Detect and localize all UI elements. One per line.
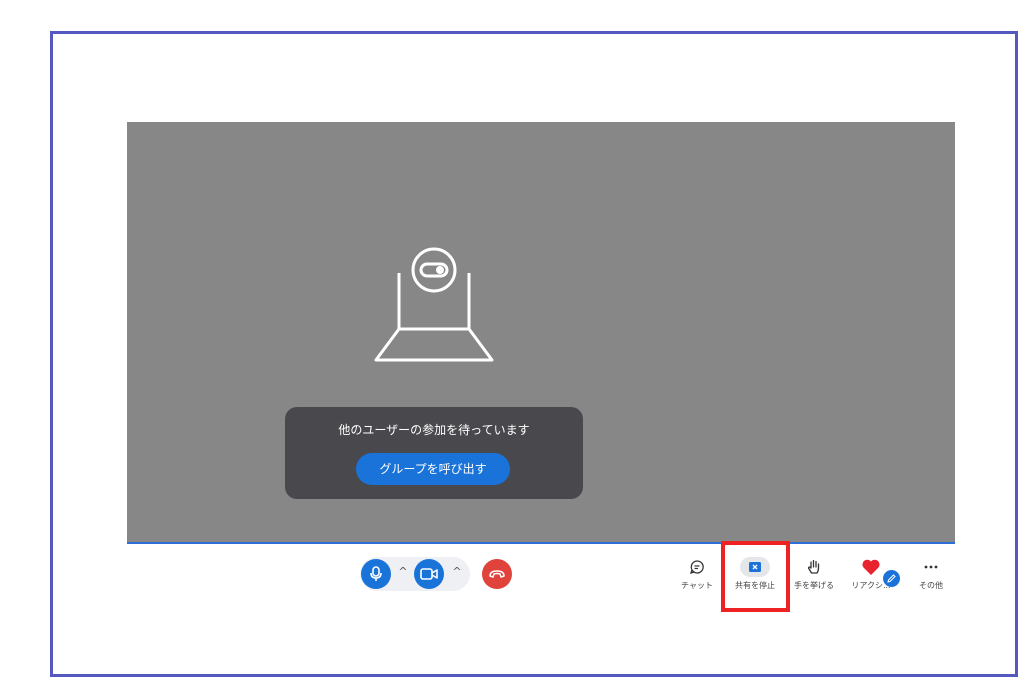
- heart-icon: [862, 559, 880, 575]
- edit-reaction-badge[interactable]: [883, 570, 900, 587]
- stop-share-label: 共有を停止: [735, 581, 775, 590]
- waiting-card: 他のユーザーの参加を待っています グループを呼び出す: [285, 407, 583, 499]
- stop-share-icon: [749, 562, 761, 572]
- waiting-camera-laptop-icon: [374, 247, 494, 362]
- chat-icon: [689, 560, 704, 575]
- mic-options-caret[interactable]: ^: [397, 565, 409, 579]
- chat-button[interactable]: チャット: [669, 556, 725, 596]
- end-call-button[interactable]: [482, 559, 512, 589]
- call-group-button[interactable]: グループを呼び出す: [356, 453, 510, 485]
- more-button[interactable]: その他: [903, 556, 959, 596]
- camera-options-caret[interactable]: ^: [451, 565, 463, 579]
- more-dots-icon: [924, 565, 938, 569]
- camera-button[interactable]: [414, 559, 444, 589]
- more-label: その他: [919, 581, 943, 590]
- microphone-icon: [370, 566, 382, 581]
- stop-sharing-button[interactable]: 共有を停止: [727, 556, 783, 596]
- pencil-icon: [887, 574, 896, 583]
- hang-up-icon: [489, 570, 505, 578]
- raise-hand-icon: [807, 559, 820, 574]
- video-camera-icon: [420, 568, 438, 580]
- raise-hand-label: 手を挙げる: [794, 581, 834, 590]
- raise-hand-button[interactable]: 手を挙げる: [786, 556, 842, 596]
- mic-button[interactable]: [361, 559, 391, 589]
- waiting-message: 他のユーザーの参加を待っています: [338, 423, 530, 437]
- chat-label: チャット: [681, 581, 713, 590]
